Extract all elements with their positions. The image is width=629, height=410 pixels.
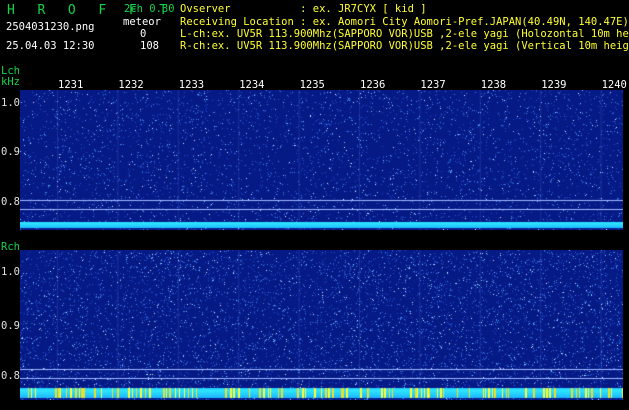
time-tick-label: 1240 [601, 79, 627, 91]
rch-spectrogram [20, 250, 623, 400]
lch-spectrogram-canvas [20, 90, 623, 230]
lch-spectrogram [20, 90, 623, 230]
datetime-label: 25.04.03 12:30 [6, 40, 95, 52]
rch-config-line: R-ch:ex. UV5R 113.900Mhz(SAPPORO VOR)USB… [180, 40, 629, 52]
time-tick-label: 1231 [58, 79, 84, 91]
time-tick-label: 1232 [118, 79, 144, 91]
location-line: Receiving Location : ex. Aomori City Aom… [180, 16, 629, 28]
lch-unit-label: kHz [1, 76, 20, 88]
lch-config-line: L-ch:ex. UV5R 113.900Mhz(SAPPORO VOR)USB… [180, 28, 629, 40]
rch-freq-tick: 0.9 [1, 320, 20, 332]
time-tick-label: 1233 [178, 79, 205, 91]
lch-freq-tick: 1.0 [1, 97, 20, 109]
rch-freq-tick: 1.0 [1, 266, 20, 278]
time-tick-label: 1234 [239, 79, 265, 91]
time-tick-label: 1235 [299, 79, 325, 91]
time-tick-label: 1236 [360, 79, 386, 91]
meteor-label: meteor [123, 16, 161, 28]
rch-spectrogram-canvas [20, 250, 623, 400]
lch-freq-tick: 0.9 [1, 146, 20, 158]
observer-line: Ovserver : ex. JR7CYX [ kid ] [180, 3, 427, 15]
meteor-lch-count: 0 [140, 28, 147, 40]
version-label: 2ch 0.30 [124, 3, 175, 15]
lch-freq-tick: 0.8 [1, 196, 20, 208]
rch-channel-label: Rch [1, 241, 20, 253]
time-tick-label: 1239 [541, 79, 567, 91]
time-tick-label: 1238 [480, 79, 507, 91]
rch-freq-tick: 0.8 [1, 370, 20, 382]
filename-label: 2504031230.png [6, 21, 95, 33]
time-tick-label: 1237 [420, 79, 446, 91]
lch-channel-label: Lch [1, 65, 20, 77]
meteor-rch-count: 108 [140, 40, 159, 52]
